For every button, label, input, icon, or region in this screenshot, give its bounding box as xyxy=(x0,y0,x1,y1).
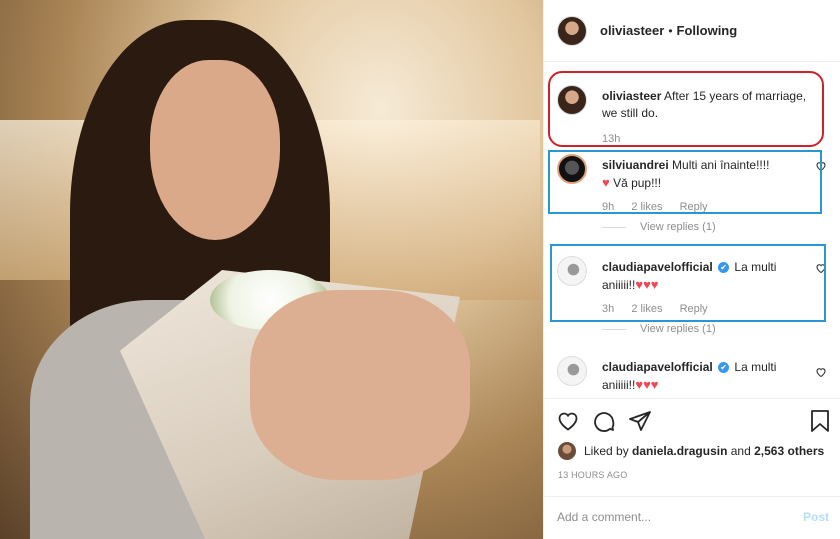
action-icons xyxy=(556,409,831,435)
paper-plane-icon[interactable] xyxy=(628,409,652,436)
highlight-box-caption xyxy=(548,71,824,147)
post-header: oliviasteer • Following xyxy=(544,0,840,62)
likes-and: and xyxy=(730,444,751,458)
comment-username[interactable]: claudiapavelofficial xyxy=(602,360,713,374)
comment-input[interactable]: Add a comment... xyxy=(557,510,651,524)
post-actions: Liked by daniela.dragusin and 2,563 othe… xyxy=(544,398,840,538)
post-comment-button[interactable]: Post xyxy=(803,510,829,524)
separator-dot: • xyxy=(668,23,673,38)
photo-hand xyxy=(250,290,470,480)
photo-face xyxy=(150,60,280,240)
post-photo[interactable] xyxy=(0,0,543,539)
view-replies-button[interactable]: View replies (1) xyxy=(602,221,716,233)
red-hearts-emoji: ♥♥♥ xyxy=(635,377,659,392)
post-timestamp[interactable]: 13 HOURS AGO xyxy=(558,470,627,480)
liker-avatar[interactable] xyxy=(558,442,576,460)
view-replies-button[interactable]: View replies (1) xyxy=(602,323,716,335)
likes-prefix: Liked by xyxy=(584,444,629,458)
follow-status-button[interactable]: Following xyxy=(677,23,738,38)
verified-badge-icon: ✔ xyxy=(718,362,730,374)
highlight-box-comment xyxy=(548,150,822,214)
commenter-avatar[interactable] xyxy=(557,356,587,386)
background-light xyxy=(300,120,540,300)
comment-bubble-icon[interactable] xyxy=(592,409,616,436)
comment-item: claudiapavelofficial ✔ La multi aniiiii!… xyxy=(544,356,840,396)
comment-body: claudiapavelofficial ✔ La multi aniiiii!… xyxy=(602,359,811,394)
comment-like-icon[interactable] xyxy=(815,366,827,378)
likes-summary: Liked by daniela.dragusin and 2,563 othe… xyxy=(558,442,824,460)
add-comment-bar: Add a comment... Post xyxy=(544,496,840,538)
highlight-box-comment xyxy=(550,244,826,322)
heart-outline-icon[interactable] xyxy=(556,409,580,436)
likes-count[interactable]: 2,563 others xyxy=(754,444,824,458)
view-replies-label: View replies (1) xyxy=(640,221,716,233)
view-replies-label: View replies (1) xyxy=(640,323,716,335)
liker-username[interactable]: daniela.dragusin xyxy=(632,444,727,458)
author-avatar[interactable] xyxy=(557,15,587,46)
author-username[interactable]: oliviasteer xyxy=(600,23,664,38)
bookmark-icon[interactable] xyxy=(809,409,831,436)
